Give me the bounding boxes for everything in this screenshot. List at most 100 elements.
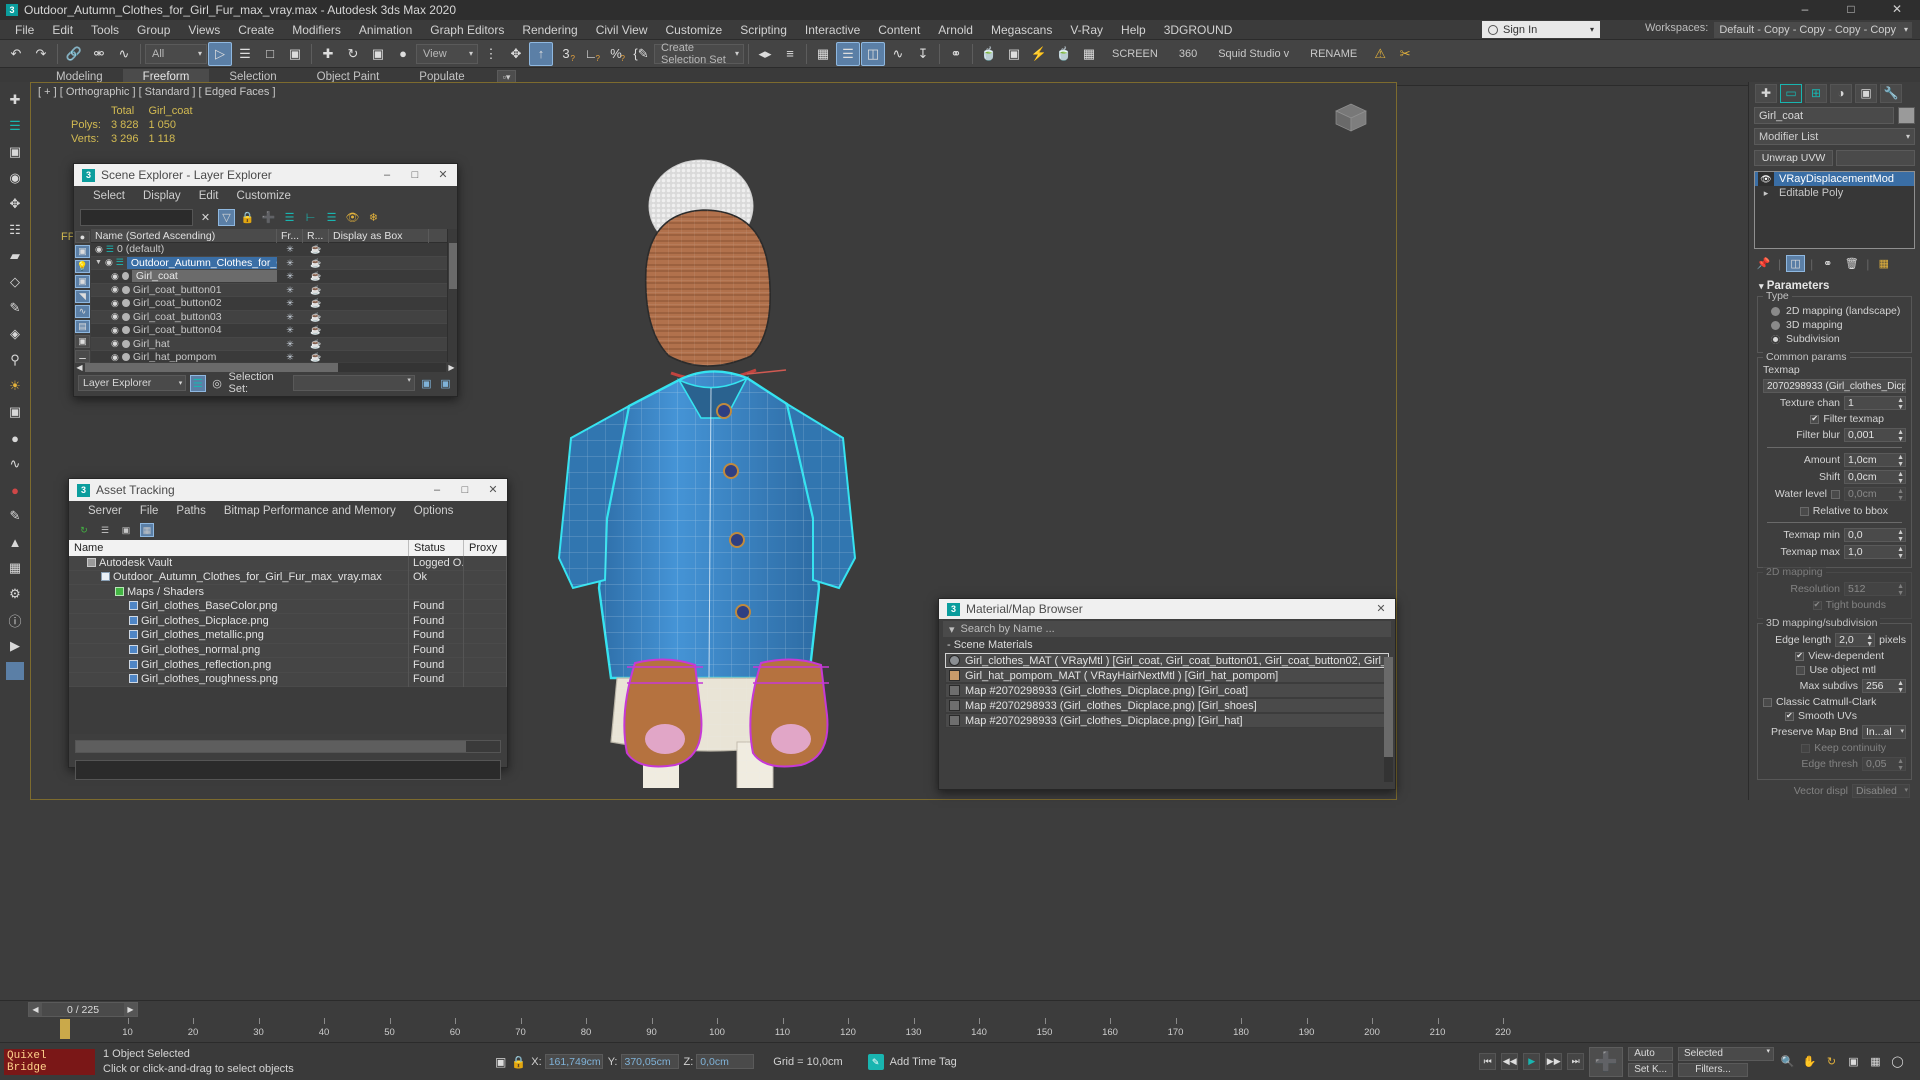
se-menu-edit[interactable]: Edit: [190, 190, 228, 202]
select-lock-toggle-icon[interactable]: ▣: [495, 1055, 506, 1069]
key-selected-combo[interactable]: Selected: [1678, 1046, 1774, 1061]
menu-group[interactable]: Group: [128, 20, 179, 40]
asset-tracking-list[interactable]: Autodesk Vault Logged O... Outdoor_Autumn_…: [69, 556, 507, 734]
menu-civil-view[interactable]: Civil View: [587, 20, 657, 40]
pick-layer-icon[interactable]: ◎: [210, 375, 225, 392]
select-child-layer-icon[interactable]: ⊢: [302, 209, 319, 226]
renderable-cell[interactable]: ☕: [303, 297, 329, 309]
field-of-view-icon[interactable]: ◯: [1889, 1053, 1906, 1070]
timeline-ruler[interactable]: 10 20 30 40 50 60 70 80 90 100 110 120 130 140 150 160 1…: [0, 1018, 1920, 1042]
modeling-icon[interactable]: ◇: [5, 272, 25, 292]
scene-row-name-cell[interactable]: ▼◉☰Outdoor_Autumn_Clothes_for_Girl_Fur: [91, 256, 277, 269]
renderable-cell[interactable]: ☕: [303, 324, 329, 336]
menu-file[interactable]: File: [6, 20, 43, 40]
menu-rendering[interactable]: Rendering: [513, 20, 586, 40]
radio-3d-mapping[interactable]: 3D mapping: [1771, 319, 1906, 331]
visibility-eye-icon[interactable]: ◉: [111, 271, 119, 282]
material-browser-close[interactable]: ✕: [1367, 599, 1395, 619]
spinner-icon-1[interactable]: ▲ ▼: [1897, 397, 1904, 411]
scene-explorer-search-input[interactable]: [80, 208, 193, 226]
material-list-item[interactable]: Map #2070298933 (Girl_clothes_Dicplace.p…: [945, 698, 1389, 713]
menu-help[interactable]: Help: [1112, 20, 1155, 40]
select-and-move-icon[interactable]: ✚: [316, 42, 340, 66]
scene-explorer-grid[interactable]: Name (Sorted Ascending) Fr... R... Displ…: [91, 229, 447, 362]
keep-continuity-checkbox[interactable]: Keep continuity: [1763, 742, 1886, 754]
tab-display[interactable]: ▣: [1855, 83, 1877, 103]
scroll-left-icon[interactable]: ◀: [74, 363, 85, 372]
stack-expand-icon[interactable]: ▸: [1758, 186, 1774, 200]
scene-row-name-cell[interactable]: ◉ Girl_hat_pompom: [91, 351, 277, 362]
help-circle-icon[interactable]: ⓘ: [5, 610, 25, 630]
use-pivot-point-center-icon[interactable]: ⋮: [479, 42, 503, 66]
menu-tools[interactable]: Tools: [82, 20, 128, 40]
refresh-icon[interactable]: ↻: [77, 523, 91, 537]
menu-scripting[interactable]: Scripting: [731, 20, 796, 40]
radio-2d-mapping[interactable]: 2D mapping (landscape): [1771, 305, 1906, 317]
window-crossing-icon[interactable]: ▣: [283, 42, 307, 66]
search-dropdown-icon[interactable]: ▾: [949, 623, 955, 636]
asset-name-cell[interactable]: Girl_clothes_Dicplace.png: [69, 613, 409, 629]
menu-vray[interactable]: V-Ray: [1061, 20, 1112, 40]
menu-views[interactable]: Views: [179, 20, 229, 40]
scroll-right-icon[interactable]: ▶: [446, 363, 457, 372]
asset-row[interactable]: Girl_clothes_Dicplace.png Found: [69, 613, 507, 629]
menu-graph-editors[interactable]: Graph Editors: [421, 20, 513, 40]
asset-name-cell[interactable]: Outdoor_Autumn_Clothes_for_Girl_Fur_max_…: [69, 570, 409, 585]
scissors-icon[interactable]: ✂: [1393, 42, 1417, 66]
y-value[interactable]: 370,05cm: [620, 1054, 679, 1069]
water-level-checkbox[interactable]: [1831, 489, 1840, 499]
shift-input[interactable]: 0,0cm ▲ ▼: [1844, 470, 1906, 485]
visibility-eye-icon[interactable]: ◉: [111, 325, 119, 336]
menu-arnold[interactable]: Arnold: [929, 20, 982, 40]
go-to-end-icon[interactable]: ⏭: [1567, 1053, 1585, 1070]
select-object-icon[interactable]: ▷: [208, 41, 232, 66]
renderable-cell[interactable]: ☕: [303, 257, 329, 269]
asset-name-cell[interactable]: Girl_clothes_roughness.png: [69, 672, 409, 687]
scene-row-name-cell[interactable]: ◉ Girl_coat_button01: [91, 284, 277, 296]
filter-icon[interactable]: ▽: [218, 208, 235, 226]
scene-explorer-row[interactable]: ◉ Girl_hat_pompom ✳ ☕: [91, 351, 447, 362]
visibility-eye-icon[interactable]: ◉: [105, 257, 113, 268]
particle-view-icon[interactable]: ⚭: [944, 42, 968, 66]
at-menu-file[interactable]: File: [131, 505, 168, 517]
rectangular-selection-region-icon[interactable]: □: [258, 42, 282, 66]
spinner-icon-9[interactable]: ▲ ▼: [1866, 634, 1873, 648]
frozen-cell[interactable]: ✳: [277, 311, 303, 323]
filter-shapes-icon[interactable]: ▣: [75, 245, 90, 258]
spinner-icon-8[interactable]: ▲ ▼: [1897, 583, 1904, 597]
spinner-icon-5[interactable]: ▲ ▼: [1897, 488, 1904, 502]
at-menu-paths[interactable]: Paths: [167, 505, 214, 517]
renderable-cell[interactable]: ☕: [303, 270, 329, 282]
spinner-icon-2[interactable]: ▲ ▼: [1897, 429, 1904, 443]
scene-materials-group-header[interactable]: - Scene Materials: [939, 637, 1395, 653]
current-frame-field[interactable]: ◀ 0 / 225 ▶: [28, 1002, 138, 1017]
asset-row[interactable]: Girl_clothes_metallic.png Found: [69, 628, 507, 644]
spinner-icon-3[interactable]: ▲ ▼: [1897, 454, 1904, 468]
scene-row-name-cell[interactable]: ◉ Girl_coat_button04: [91, 324, 277, 336]
menu-megascans[interactable]: Megascans: [982, 20, 1061, 40]
filter-blur-input[interactable]: 0,001 ▲ ▼: [1844, 428, 1906, 443]
visibility-eye-icon[interactable]: ◉: [111, 311, 119, 322]
select-and-link-icon[interactable]: 🔗: [62, 42, 86, 66]
renderable-cell[interactable]: ☕: [303, 243, 329, 255]
scene-explorer-dialog[interactable]: 3 Scene Explorer - Layer Explorer – □ ✕ …: [73, 163, 458, 397]
material-map-browser-dialog[interactable]: 3 Material/Map Browser ✕ ▾ Search by Nam…: [938, 598, 1396, 790]
lock-selection-icon[interactable]: 🔒: [511, 1055, 526, 1069]
radio-subdivision[interactable]: Subdivision: [1771, 333, 1906, 345]
frozen-cell[interactable]: ✳: [277, 338, 303, 350]
visibility-eye-icon[interactable]: ◉: [95, 244, 103, 255]
undo-icon[interactable]: ↶: [4, 42, 28, 66]
asset-row[interactable]: Girl_clothes_normal.png Found: [69, 643, 507, 659]
asset-row[interactable]: Girl_clothes_reflection.png Found: [69, 657, 507, 673]
asset-row[interactable]: Maps / Shaders: [69, 584, 507, 600]
asset-name-cell[interactable]: Girl_clothes_BaseColor.png: [69, 599, 409, 614]
grid-view-icon[interactable]: ▦: [140, 523, 154, 537]
tight-bounds-checkbox[interactable]: Tight bounds: [1763, 599, 1886, 611]
track-bar[interactable]: ◀ 0 / 225 ▶: [0, 1000, 1920, 1018]
filter-bones-icon[interactable]: ⚊: [75, 350, 90, 363]
workspace-selector[interactable]: Workspaces: Default - Copy - Copy - Copy…: [1645, 22, 1912, 38]
layer-explorer-icon[interactable]: ▦: [811, 42, 835, 66]
texmap-max-input[interactable]: 1,0 ▲ ▼: [1844, 545, 1906, 560]
redo-icon[interactable]: ↷: [29, 42, 53, 66]
visibility-eye-icon[interactable]: ◉: [111, 284, 119, 295]
